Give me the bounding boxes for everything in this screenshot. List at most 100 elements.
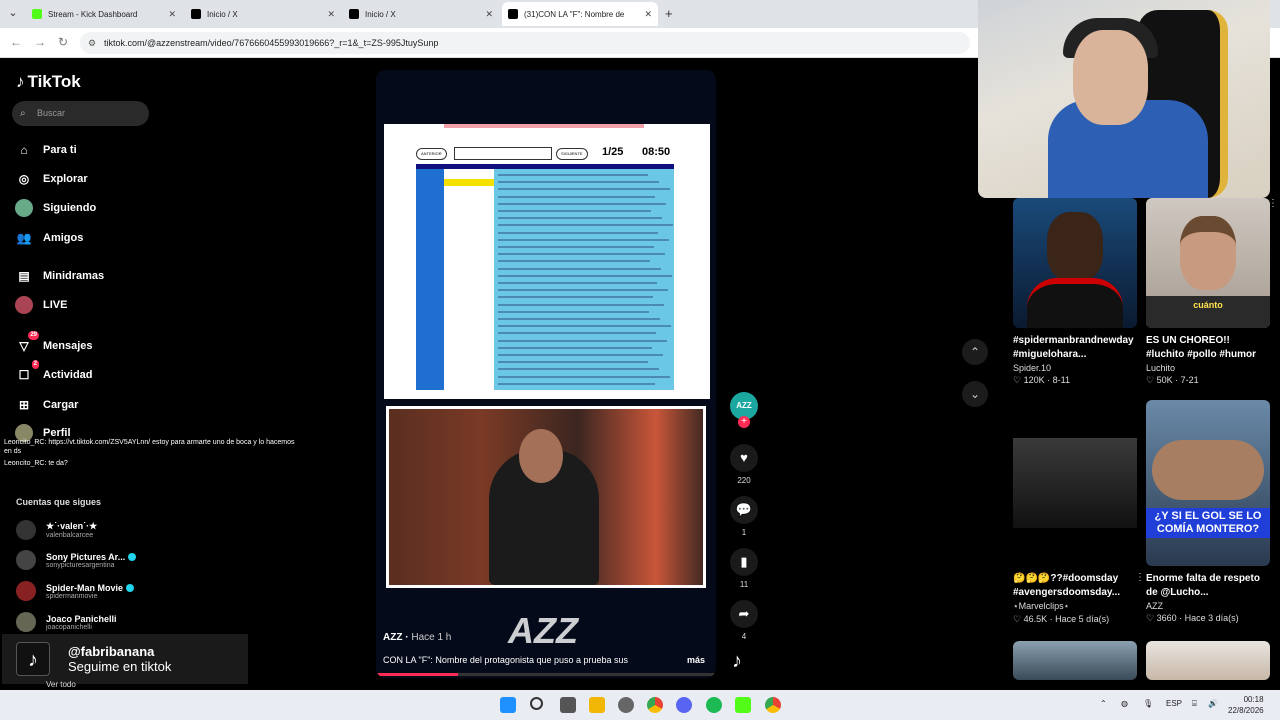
recommended-video-thumbnail[interactable] [1013,641,1137,680]
language-indicator[interactable]: ESP [1166,699,1182,708]
tiktok-favicon-icon [508,9,518,19]
following-item[interactable]: Joaco Panichelli joacopanichelli [16,612,117,632]
recommended-video[interactable]: cuánto ⋮ ES UN CHOREO!! #luchito #pollo … [1146,198,1278,386]
sheet-text-line [498,310,649,313]
nav-live[interactable]: LIVE [15,296,67,314]
tiktok-note-icon: ♪ [16,72,25,91]
chrome-profile-icon[interactable] [765,697,781,713]
obs-icon[interactable] [618,697,634,713]
tab-tiktok-video[interactable]: (31)CON LA "F": Nombre de ✕ [502,2,658,26]
chrome-icon[interactable] [647,697,663,713]
share-button[interactable]: ➦ 4 [728,600,760,641]
kick-icon[interactable] [735,697,751,713]
comment-button[interactable]: 💬 1 [728,496,760,537]
following-name: Sony Pictures Ar... [46,551,126,562]
video-author[interactable]: AZZ · Hace 1 h [383,632,451,643]
avatar [16,612,36,632]
following-item[interactable]: ★˙·valen˙·★ valenbalcarcee [16,520,97,540]
tray-chevron-up-icon[interactable]: ⌃ [1100,699,1107,708]
nav-label: Amigos [43,232,84,244]
nav-minidramas[interactable]: ▤ Minidramas [15,267,104,285]
thumbnail-caption: ¿Y SI EL GOL SE LO COMÍA MONTERO? [1146,508,1270,538]
sheet-counter: 1/25 [602,146,624,158]
stream-chat-message: Leoncito_RC: https://vt.tiktok.com/ZSV5A… [4,439,295,455]
video-author: Spider.10 [1013,363,1052,373]
streamer-webcam [978,0,1270,198]
next-video-chevron-down-icon[interactable]: ⌄ [962,381,988,407]
video-progress-bar[interactable] [376,673,716,676]
video-thumbnail: ¿Y SI EL GOL SE LO COMÍA MONTERO? [1146,400,1270,566]
system-clock[interactable]: 00:18 22/8/2026 [1228,694,1264,716]
nav-siguiendo[interactable]: Siguiendo [15,199,96,217]
discord-icon[interactable] [676,697,692,713]
following-handle: valenbalcarcee [46,532,94,539]
previous-video-chevron-up-icon[interactable]: ⌃ [962,339,988,365]
task-view-icon[interactable] [560,697,576,713]
nav-label: Siguiendo [43,202,97,214]
more-options-icon[interactable]: ⋮ [1268,198,1278,209]
reload-icon[interactable]: ↻ [58,35,68,49]
tray-app-icon[interactable]: ◍ [1121,699,1128,708]
search-icon[interactable] [530,697,543,710]
recommended-video[interactable]: ⋮ 🤔🤔🤔??#doomsday #avengersdoomsday... ⋆M… [1013,400,1145,625]
azz-watermark: AZZ [508,610,578,651]
sheet-text-line [498,318,660,320]
tiktok-logo[interactable]: ♪ TikTok [16,72,81,92]
logo-text: TikTok [27,72,81,91]
recommended-video[interactable]: #spidermanbrandnewday #miguelohara... Sp… [1013,198,1137,386]
new-tab-icon[interactable]: + [665,6,673,21]
compass-icon: ◎ [18,172,30,186]
save-button[interactable]: ▮ 11 [728,548,760,589]
sheet-header-bar [444,124,644,128]
caption-more-link[interactable]: más [687,655,705,665]
recommended-video[interactable]: ¿Y SI EL GOL SE LO COMÍA MONTERO? Enorme… [1146,400,1270,624]
nav-label: Explorar [43,173,88,185]
volume-icon[interactable]: 🔊 [1208,699,1218,708]
microphone-icon[interactable]: 🎙 [1143,699,1153,708]
messages-badge: 29 [28,331,39,340]
tab-x-home-2[interactable]: Inicio / X ✕ [343,2,499,26]
tab-x-home-1[interactable]: Inicio / X ✕ [185,2,341,26]
view-count: 50K [1156,375,1173,385]
x-favicon-icon [191,9,201,19]
nav-cargar[interactable]: ⊞ Cargar [15,396,79,414]
spotify-icon[interactable] [706,697,722,713]
windows-start-icon[interactable] [500,697,516,713]
site-info-icon[interactable]: ⚙ [88,32,96,54]
video-camera-frame [386,406,706,588]
forward-icon[interactable]: → [34,35,46,49]
nav-para-ti[interactable]: ⌂ Para ti [15,141,76,159]
see-all-link[interactable]: Ver todo [46,680,76,689]
nav-mensajes[interactable]: ▽ 29 Mensajes [15,331,93,355]
search-input[interactable]: ⌕ Buscar [12,101,149,126]
nav-actividad[interactable]: ☐ 2 Actividad [15,360,93,384]
comment-icon: 💬 [730,496,758,524]
heart-icon: ♡ [1146,375,1157,385]
more-options-icon[interactable]: ⋮ [1135,572,1145,583]
follow-plus-icon[interactable]: + [738,416,750,428]
nav-amigos[interactable]: 👥 Amigos [15,229,84,247]
close-tab-icon[interactable]: ✕ [327,9,335,20]
close-tab-icon[interactable]: ✕ [644,9,652,20]
tab-search-icon[interactable]: ⌄ [4,4,22,22]
following-name: ★˙·valen˙·★ [46,521,98,531]
url-field[interactable]: ⚙ tiktok.com/@azzenstream/video/76766604… [80,32,970,54]
close-tab-icon[interactable]: ✕ [485,9,493,20]
network-icon[interactable]: ⌸ [1192,699,1197,709]
like-button[interactable]: ♥ 220 [728,444,760,485]
heart-icon: ♡ [1146,613,1157,623]
tab-title: (31)CON LA "F": Nombre de [524,9,625,19]
following-item[interactable]: Spider-Man Movie spidermanmovie [16,581,135,601]
tab-kick-dashboard[interactable]: Stream - Kick Dashboard ✕ [26,2,182,26]
following-item[interactable]: Sony Pictures Ar... sonypicturesargentina [16,550,137,570]
recommended-video-thumbnail[interactable] [1146,641,1270,680]
film-icon: ▤ [18,269,30,283]
following-handle: spidermanmovie [46,592,98,600]
back-icon[interactable]: ← [10,35,22,49]
nav-explorar[interactable]: ◎ Explorar [15,170,88,188]
file-explorer-icon[interactable] [589,697,605,713]
sheet-text-line [498,224,673,227]
close-tab-icon[interactable]: ✕ [168,9,176,20]
video-player[interactable]: ANTERIOR SIGUIENTE 1/25 08:50 AZZ AZZ · … [376,70,716,678]
sheet-grid [416,164,674,390]
